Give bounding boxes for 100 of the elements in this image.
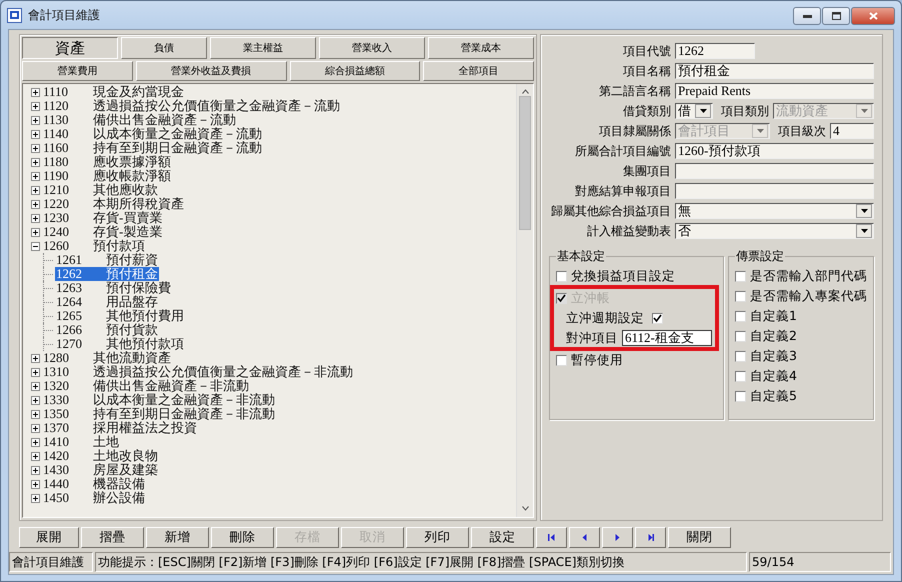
- expand-icon[interactable]: [31, 424, 40, 432]
- toolbar-button[interactable]: 展開: [19, 527, 79, 548]
- checkbox[interactable]: [735, 330, 746, 342]
- tree-item[interactable]: 1190 應收帳款淨額: [42, 169, 172, 183]
- expand-icon[interactable]: [31, 88, 40, 96]
- scroll-down-icon[interactable]: [522, 506, 528, 511]
- expand-icon[interactable]: [31, 158, 40, 166]
- dropdown[interactable]: 借: [675, 103, 713, 119]
- tree-item[interactable]: 1240 存貨-製造業: [42, 225, 164, 239]
- tree-item[interactable]: 1180 應收票據淨額: [42, 155, 172, 169]
- expand-icon[interactable]: [31, 410, 40, 418]
- tab[interactable]: 營業成本: [428, 37, 534, 59]
- maximize-button[interactable]: [822, 7, 850, 25]
- tree-item[interactable]: 1330 以成本衡量之金融資產－非流動: [42, 393, 276, 407]
- tree-item[interactable]: 1261 預付薪資: [55, 253, 159, 267]
- dropdown[interactable]: 無: [675, 203, 874, 219]
- text-field[interactable]: 1260-預付款項: [675, 143, 874, 159]
- checkbox[interactable]: [556, 270, 567, 282]
- tree-item[interactable]: 1262 預付租金: [55, 267, 159, 281]
- expand-icon[interactable]: [31, 172, 40, 180]
- tree-item[interactable]: 1263 預付保險費: [55, 281, 172, 295]
- expand-icon[interactable]: [31, 228, 40, 236]
- tab[interactable]: 綜合損益總額: [290, 61, 420, 81]
- minimize-button[interactable]: [793, 7, 821, 25]
- checkbox[interactable]: [735, 390, 746, 402]
- checkbox[interactable]: [735, 310, 746, 322]
- expand-icon[interactable]: [31, 186, 40, 194]
- dropdown[interactable]: 否: [675, 223, 874, 239]
- expand-icon[interactable]: [31, 214, 40, 222]
- expand-icon[interactable]: [31, 452, 40, 460]
- tree-item[interactable]: 1160 持有至到期日金融資產－流動: [42, 141, 263, 155]
- tree-item[interactable]: 1230 存貨-買賣業: [42, 211, 164, 225]
- tree-item[interactable]: 1140 以成本衡量之金融資產－流動: [42, 127, 263, 141]
- expand-icon[interactable]: [31, 396, 40, 404]
- dropdown-button[interactable]: [695, 104, 711, 118]
- expand-icon[interactable]: [31, 200, 40, 208]
- tab[interactable]: 營業外收益及費損: [136, 61, 286, 81]
- tree-item[interactable]: 1220 本期所得稅資產: [42, 197, 185, 211]
- expand-icon[interactable]: [31, 368, 40, 376]
- expand-icon[interactable]: [31, 102, 40, 110]
- tab[interactable]: 資產: [22, 37, 118, 59]
- expand-icon[interactable]: [31, 480, 40, 488]
- text-field[interactable]: [675, 163, 874, 179]
- tree-item[interactable]: 1130 備供出售金融資產－流動: [42, 113, 237, 127]
- tree-item[interactable]: 1320 備供出售金融資產－非流動: [42, 379, 250, 393]
- tree-item[interactable]: 1266 預付貨款: [55, 323, 159, 337]
- toolbar-button[interactable]: 列印: [406, 527, 469, 548]
- toolbar-button[interactable]: 新增: [146, 527, 209, 548]
- tree-item[interactable]: 1210 其他應收款: [42, 183, 159, 197]
- tree-item[interactable]: 1440 機器設備: [42, 477, 146, 491]
- tree-item[interactable]: 1120 透過損益按公允價值衡量之金融資產－流動: [42, 99, 341, 113]
- first-record-button[interactable]: [536, 527, 567, 548]
- expand-icon[interactable]: [31, 130, 40, 138]
- tree-item[interactable]: 1450 辦公設備: [42, 491, 146, 505]
- tree-item[interactable]: 1430 房屋及建築: [42, 463, 159, 477]
- tab[interactable]: 全部項目: [423, 61, 534, 81]
- expand-icon[interactable]: [31, 144, 40, 152]
- toolbar-button[interactable]: 設定: [471, 527, 534, 548]
- tab[interactable]: 業主權益: [210, 37, 316, 59]
- collapse-icon[interactable]: [31, 242, 40, 250]
- tab[interactable]: 營業收入: [319, 37, 425, 59]
- checkbox[interactable]: [735, 270, 746, 282]
- checkbox[interactable]: [735, 350, 746, 362]
- tree-item[interactable]: 1410 土地: [42, 435, 120, 449]
- tree-item[interactable]: 1280 其他流動資產: [42, 351, 172, 365]
- tree-item[interactable]: 1350 持有至到期日金融資產－非流動: [42, 407, 276, 421]
- prev-record-button[interactable]: [569, 527, 600, 548]
- toolbar-button[interactable]: 摺疊: [81, 527, 144, 548]
- text-field[interactable]: 1262: [675, 43, 755, 59]
- text-field[interactable]: 4: [830, 123, 874, 139]
- last-record-button[interactable]: [635, 527, 666, 548]
- expand-icon[interactable]: [31, 116, 40, 124]
- scrollbar-thumb[interactable]: [519, 96, 531, 230]
- tree-item[interactable]: 1310 透過損益按公允價值衡量之金融資產－非流動: [42, 365, 354, 379]
- tree-item[interactable]: 1110 現金及約當現金: [42, 85, 185, 99]
- scroll-up-icon[interactable]: [522, 89, 528, 94]
- expand-icon[interactable]: [31, 382, 40, 390]
- scrollbar[interactable]: [516, 84, 533, 517]
- expand-icon[interactable]: [31, 438, 40, 446]
- dropdown-button[interactable]: [856, 224, 872, 238]
- expand-icon[interactable]: [31, 354, 40, 362]
- expand-icon[interactable]: [31, 494, 40, 502]
- toolbar-button[interactable]: 關閉: [668, 527, 731, 548]
- tree-item[interactable]: 1270 其他預付款項: [55, 337, 185, 351]
- expand-icon[interactable]: [31, 466, 40, 474]
- tab[interactable]: 負債: [121, 37, 207, 59]
- checkbox[interactable]: [735, 370, 746, 382]
- checkbox[interactable]: [556, 354, 567, 366]
- dropdown-button[interactable]: [856, 204, 872, 218]
- tree-item[interactable]: 1260 預付款項: [42, 239, 146, 253]
- text-field[interactable]: Prepaid Rents: [675, 83, 874, 99]
- tab[interactable]: 營業費用: [22, 61, 133, 81]
- next-record-button[interactable]: [602, 527, 633, 548]
- tree-item[interactable]: 1264 用品盤存: [55, 295, 159, 309]
- close-button[interactable]: [851, 7, 895, 25]
- text-field[interactable]: [675, 183, 874, 199]
- checkbox[interactable]: [735, 290, 746, 302]
- tree-item[interactable]: 1370 採用權益法之投資: [42, 421, 198, 435]
- tree-item[interactable]: 1265 其他預付費用: [55, 309, 185, 323]
- toolbar-button[interactable]: 刪除: [211, 527, 274, 548]
